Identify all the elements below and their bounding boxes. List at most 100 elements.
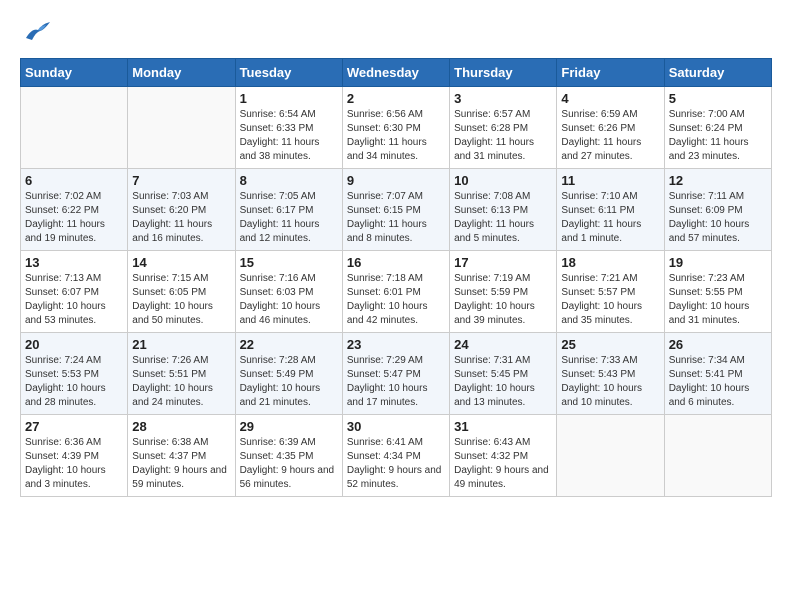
day-info: Sunrise: 7:13 AM Sunset: 6:07 PM Dayligh… [25,272,123,328]
header-day-thursday: Thursday [450,59,557,87]
day-info: Sunrise: 7:18 AM Sunset: 6:01 PM Dayligh… [347,272,445,328]
calendar-cell: 13 Sunrise: 7:13 AM Sunset: 6:07 PM Dayli… [21,251,128,333]
calendar-week-5: 27 Sunrise: 6:36 AM Sunset: 4:39 PM Dayli… [21,415,772,497]
calendar-cell: 7 Sunrise: 7:03 AM Sunset: 6:20 PM Daylig… [128,169,235,251]
day-info: Sunrise: 7:29 AM Sunset: 5:47 PM Dayligh… [347,354,445,410]
calendar-cell: 15 Sunrise: 7:16 AM Sunset: 6:03 PM Dayli… [235,251,342,333]
day-info: Sunrise: 6:57 AM Sunset: 6:28 PM Dayligh… [454,108,552,164]
calendar-cell: 10 Sunrise: 7:08 AM Sunset: 6:13 PM Dayli… [450,169,557,251]
day-number: 15 [240,255,338,270]
calendar-cell: 30Sunrise: 6:41 AM Sunset: 4:34 PM Dayli… [342,415,449,497]
day-number: 18 [561,255,659,270]
calendar-week-3: 13 Sunrise: 7:13 AM Sunset: 6:07 PM Dayli… [21,251,772,333]
day-number: 9 [347,173,445,188]
calendar-cell: 3 Sunrise: 6:57 AM Sunset: 6:28 PM Daylig… [450,87,557,169]
day-info: Sunrise: 7:00 AM Sunset: 6:24 PM Dayligh… [669,108,767,164]
day-info: Sunrise: 7:34 AM Sunset: 5:41 PM Dayligh… [669,354,767,410]
calendar-cell: 8 Sunrise: 7:05 AM Sunset: 6:17 PM Daylig… [235,169,342,251]
day-number: 10 [454,173,552,188]
header-day-sunday: Sunday [21,59,128,87]
day-number: 17 [454,255,552,270]
calendar-cell: 20Sunrise: 7:24 AM Sunset: 5:53 PM Dayli… [21,333,128,415]
calendar-cell: 29 Sunrise: 6:39 AM Sunset: 4:35 PM Dayli… [235,415,342,497]
day-info: Sunrise: 7:08 AM Sunset: 6:13 PM Dayligh… [454,190,552,246]
day-number: 31 [454,419,552,434]
calendar-cell: 24 Sunrise: 7:31 AM Sunset: 5:45 PM Dayli… [450,333,557,415]
day-number: 5 [669,91,767,106]
day-info: Sunrise: 7:26 AM Sunset: 5:51 PM Dayligh… [132,354,230,410]
day-info: Sunrise: 7:11 AM Sunset: 6:09 PM Dayligh… [669,190,767,246]
day-number: 22 [240,337,338,352]
day-number: 30 [347,419,445,434]
day-number: 4 [561,91,659,106]
calendar-cell: 17 Sunrise: 7:19 AM Sunset: 5:59 PM Dayli… [450,251,557,333]
calendar-cell: 26Sunrise: 7:34 AM Sunset: 5:41 PM Dayli… [664,333,771,415]
header-day-wednesday: Wednesday [342,59,449,87]
day-info: Sunrise: 7:19 AM Sunset: 5:59 PM Dayligh… [454,272,552,328]
header-day-saturday: Saturday [664,59,771,87]
day-number: 8 [240,173,338,188]
day-number: 1 [240,91,338,106]
day-number: 12 [669,173,767,188]
day-info: Sunrise: 7:16 AM Sunset: 6:03 PM Dayligh… [240,272,338,328]
calendar-cell: 2Sunrise: 6:56 AM Sunset: 6:30 PM Daylig… [342,87,449,169]
calendar-cell [557,415,664,497]
day-info: Sunrise: 7:23 AM Sunset: 5:55 PM Dayligh… [669,272,767,328]
calendar-cell [664,415,771,497]
day-info: Sunrise: 7:02 AM Sunset: 6:22 PM Dayligh… [25,190,123,246]
day-number: 16 [347,255,445,270]
calendar-cell: 23 Sunrise: 7:29 AM Sunset: 5:47 PM Dayli… [342,333,449,415]
day-number: 28 [132,419,230,434]
calendar-cell: 4Sunrise: 6:59 AM Sunset: 6:26 PM Daylig… [557,87,664,169]
day-info: Sunrise: 7:33 AM Sunset: 5:43 PM Dayligh… [561,354,659,410]
day-number: 19 [669,255,767,270]
calendar-cell: 1 Sunrise: 6:54 AM Sunset: 6:33 PM Daylig… [235,87,342,169]
calendar-cell: 22 Sunrise: 7:28 AM Sunset: 5:49 PM Dayli… [235,333,342,415]
calendar-cell: 16 Sunrise: 7:18 AM Sunset: 6:01 PM Dayli… [342,251,449,333]
calendar-cell: 25 Sunrise: 7:33 AM Sunset: 5:43 PM Dayli… [557,333,664,415]
day-number: 23 [347,337,445,352]
day-info: Sunrise: 6:38 AM Sunset: 4:37 PM Dayligh… [132,436,230,492]
day-info: Sunrise: 6:36 AM Sunset: 4:39 PM Dayligh… [25,436,123,492]
calendar-cell: 14Sunrise: 7:15 AM Sunset: 6:05 PM Dayli… [128,251,235,333]
calendar-cell [21,87,128,169]
logo [20,20,50,42]
calendar-cell: 5 Sunrise: 7:00 AM Sunset: 6:24 PM Daylig… [664,87,771,169]
day-info: Sunrise: 7:28 AM Sunset: 5:49 PM Dayligh… [240,354,338,410]
day-number: 14 [132,255,230,270]
day-number: 29 [240,419,338,434]
day-number: 13 [25,255,123,270]
header-day-friday: Friday [557,59,664,87]
day-number: 24 [454,337,552,352]
calendar-table: SundayMondayTuesdayWednesdayThursdayFrid… [20,58,772,497]
day-number: 11 [561,173,659,188]
day-info: Sunrise: 7:31 AM Sunset: 5:45 PM Dayligh… [454,354,552,410]
page-header [20,20,772,42]
day-info: Sunrise: 7:03 AM Sunset: 6:20 PM Dayligh… [132,190,230,246]
day-number: 2 [347,91,445,106]
logo-bird-icon [22,20,50,42]
calendar-cell: 9Sunrise: 7:07 AM Sunset: 6:15 PM Daylig… [342,169,449,251]
day-info: Sunrise: 6:54 AM Sunset: 6:33 PM Dayligh… [240,108,338,164]
calendar-cell: 19 Sunrise: 7:23 AM Sunset: 5:55 PM Dayli… [664,251,771,333]
day-number: 21 [132,337,230,352]
day-info: Sunrise: 7:24 AM Sunset: 5:53 PM Dayligh… [25,354,123,410]
day-info: Sunrise: 6:43 AM Sunset: 4:32 PM Dayligh… [454,436,552,492]
day-info: Sunrise: 7:21 AM Sunset: 5:57 PM Dayligh… [561,272,659,328]
day-number: 7 [132,173,230,188]
day-number: 27 [25,419,123,434]
calendar-week-4: 20Sunrise: 7:24 AM Sunset: 5:53 PM Dayli… [21,333,772,415]
calendar-cell: 21 Sunrise: 7:26 AM Sunset: 5:51 PM Dayli… [128,333,235,415]
header-day-monday: Monday [128,59,235,87]
calendar-week-1: 1 Sunrise: 6:54 AM Sunset: 6:33 PM Daylig… [21,87,772,169]
day-number: 3 [454,91,552,106]
day-number: 25 [561,337,659,352]
calendar-cell: 28 Sunrise: 6:38 AM Sunset: 4:37 PM Dayli… [128,415,235,497]
calendar-cell [128,87,235,169]
day-info: Sunrise: 7:05 AM Sunset: 6:17 PM Dayligh… [240,190,338,246]
calendar-cell: 18 Sunrise: 7:21 AM Sunset: 5:57 PM Dayli… [557,251,664,333]
calendar-cell: 6Sunrise: 7:02 AM Sunset: 6:22 PM Daylig… [21,169,128,251]
calendar-week-2: 6Sunrise: 7:02 AM Sunset: 6:22 PM Daylig… [21,169,772,251]
day-info: Sunrise: 6:39 AM Sunset: 4:35 PM Dayligh… [240,436,338,492]
calendar-cell: 12 Sunrise: 7:11 AM Sunset: 6:09 PM Dayli… [664,169,771,251]
